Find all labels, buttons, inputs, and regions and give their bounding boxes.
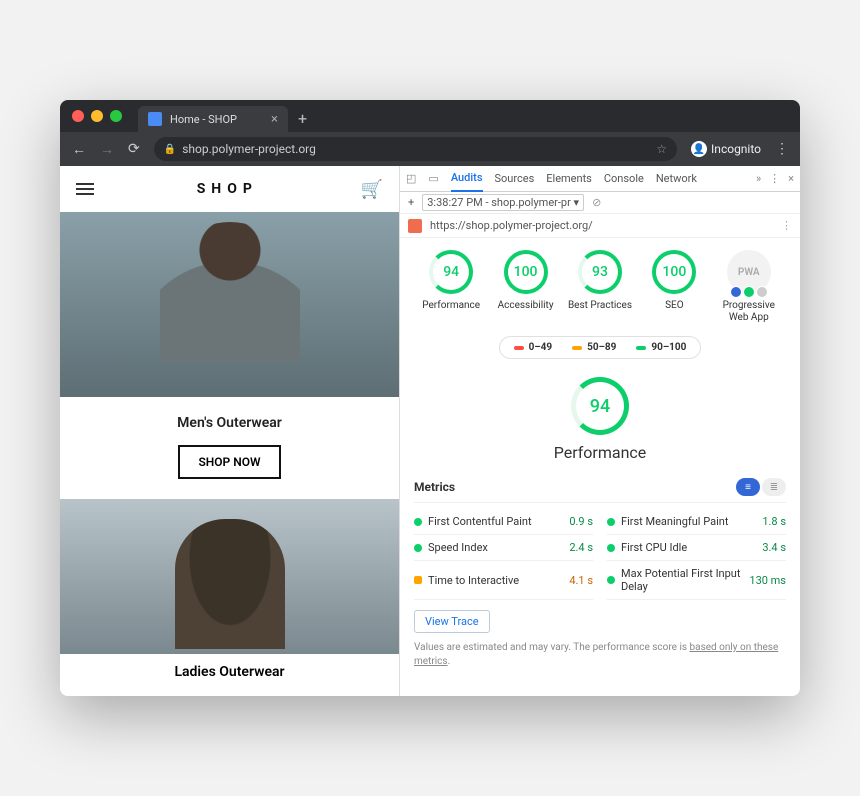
gauge-accessibility[interactable]: 100 Accessibility xyxy=(492,250,560,312)
site-header: SHOP 🛒 xyxy=(60,166,399,212)
audit-row-menu-icon[interactable]: ⋮ xyxy=(781,219,792,232)
metrics-view-toggle[interactable]: ≡ ≣ xyxy=(736,478,786,496)
tab-sources[interactable]: Sources xyxy=(495,166,535,191)
forward-button[interactable]: → xyxy=(100,141,114,158)
toggle-compact-icon[interactable]: ≣ xyxy=(762,478,786,496)
lighthouse-report: 94 Performance 100 Accessibility 93 Best… xyxy=(400,238,800,696)
tab-audits[interactable]: Audits xyxy=(451,166,483,192)
audits-toolbar: + 3:38:27 PM - shop.polymer-pr ▾ ⊘ xyxy=(400,192,800,214)
metric-row: Time to Interactive 4.1 s xyxy=(414,561,593,600)
inspect-element-icon[interactable]: ◰ xyxy=(406,172,416,185)
hero-figure-ladies xyxy=(175,519,285,649)
metric-row: Speed Index 2.4 s xyxy=(414,535,593,561)
score-legend: 0–49 50–89 90–100 xyxy=(499,336,702,359)
metric-row: First Meaningful Paint 1.8 s xyxy=(607,509,786,535)
window-titlebar: Home - SHOP × + xyxy=(60,100,800,132)
reload-button[interactable]: ⟳ xyxy=(128,141,140,157)
zoom-window-button[interactable] xyxy=(110,110,122,122)
metrics-footnote: Values are estimated and may vary. The p… xyxy=(414,641,786,669)
metric-row: First Contentful Paint 0.9 s xyxy=(414,509,593,535)
metrics-grid: First Contentful Paint 0.9 s First Meani… xyxy=(414,509,786,600)
tab-console[interactable]: Console xyxy=(604,166,644,191)
close-tab-button[interactable]: × xyxy=(271,112,278,127)
cart-icon[interactable]: 🛒 xyxy=(361,179,383,200)
lighthouse-icon xyxy=(408,219,422,233)
tab-title: Home - SHOP xyxy=(170,113,237,126)
lock-icon: 🔒 xyxy=(164,144,176,155)
section-mens: Men's Outerwear SHOP NOW xyxy=(60,397,399,499)
hero-image-mens xyxy=(60,212,399,397)
clear-audit-icon[interactable]: ⊘ xyxy=(592,196,601,209)
audit-url-row: https://shop.polymer-project.org/ ⋮ xyxy=(400,214,800,238)
browser-toolbar: ← → ⟳ 🔒 shop.polymer-project.org ☆ 👤 Inc… xyxy=(60,132,800,166)
devtools-panel: ◰ ▭ Audits Sources Elements Console Netw… xyxy=(400,166,800,696)
more-tabs-icon[interactable]: » xyxy=(756,172,761,185)
pwa-icon: PWA xyxy=(727,250,771,294)
metrics-header: Metrics ≡ ≣ xyxy=(414,478,786,503)
audit-url: https://shop.polymer-project.org/ xyxy=(430,219,593,232)
favicon-icon xyxy=(148,112,162,126)
content-area: SHOP 🛒 Men's Outerwear SHOP NOW Ladies O… xyxy=(60,166,800,696)
metric-row: First CPU Idle 3.4 s xyxy=(607,535,786,561)
back-button[interactable]: ← xyxy=(72,141,86,158)
new-audit-button[interactable]: + xyxy=(408,196,414,209)
menu-icon[interactable] xyxy=(76,183,94,195)
gauge-performance[interactable]: 94 Performance xyxy=(417,250,485,312)
shop-now-button[interactable]: SHOP NOW xyxy=(178,445,280,479)
incognito-icon: 👤 xyxy=(691,141,707,157)
gauge-pwa[interactable]: PWA Progressive Web App xyxy=(715,250,783,324)
webpage-viewport: SHOP 🛒 Men's Outerwear SHOP NOW Ladies O… xyxy=(60,166,400,696)
audit-dropdown[interactable]: 3:38:27 PM - shop.polymer-pr ▾ xyxy=(422,194,584,211)
gauge-best-practices[interactable]: 93 Best Practices xyxy=(566,250,634,312)
tab-network[interactable]: Network xyxy=(656,166,697,191)
address-bar[interactable]: 🔒 shop.polymer-project.org ☆ xyxy=(154,137,677,161)
section-title-mens: Men's Outerwear xyxy=(60,415,399,431)
performance-summary: 94 Performance xyxy=(414,377,786,462)
device-toolbar-icon[interactable]: ▭ xyxy=(428,172,438,185)
score-gauges: 94 Performance 100 Accessibility 93 Best… xyxy=(414,250,786,324)
new-tab-button[interactable]: + xyxy=(298,109,307,128)
metric-row: Max Potential First Input Delay 130 ms xyxy=(607,561,786,600)
devtools-tabbar: ◰ ▭ Audits Sources Elements Console Netw… xyxy=(400,166,800,192)
browser-menu-button[interactable]: ⋮ xyxy=(775,141,788,157)
devtools-menu-icon[interactable]: ⋮ xyxy=(769,172,780,185)
toggle-detailed-icon[interactable]: ≡ xyxy=(736,478,760,496)
browser-window: Home - SHOP × + ← → ⟳ 🔒 shop.polymer-pro… xyxy=(60,100,800,696)
tab-elements[interactable]: Elements xyxy=(546,166,592,191)
incognito-label: Incognito xyxy=(711,142,761,156)
hero-figure xyxy=(160,222,300,362)
incognito-indicator: 👤 Incognito xyxy=(691,141,761,157)
section-title-ladies: Ladies Outerwear xyxy=(60,654,399,690)
bookmark-star-icon[interactable]: ☆ xyxy=(656,142,667,156)
metrics-title: Metrics xyxy=(414,480,455,494)
view-trace-button[interactable]: View Trace xyxy=(414,610,490,633)
gauge-seo[interactable]: 100 SEO xyxy=(640,250,708,312)
site-logo[interactable]: SHOP xyxy=(197,181,258,197)
traffic-lights xyxy=(72,110,122,122)
browser-tab[interactable]: Home - SHOP × xyxy=(138,106,288,132)
url-text: shop.polymer-project.org xyxy=(182,142,316,156)
minimize-window-button[interactable] xyxy=(91,110,103,122)
close-window-button[interactable] xyxy=(72,110,84,122)
hero-image-ladies xyxy=(60,499,399,654)
devtools-close-icon[interactable]: × xyxy=(788,172,794,185)
